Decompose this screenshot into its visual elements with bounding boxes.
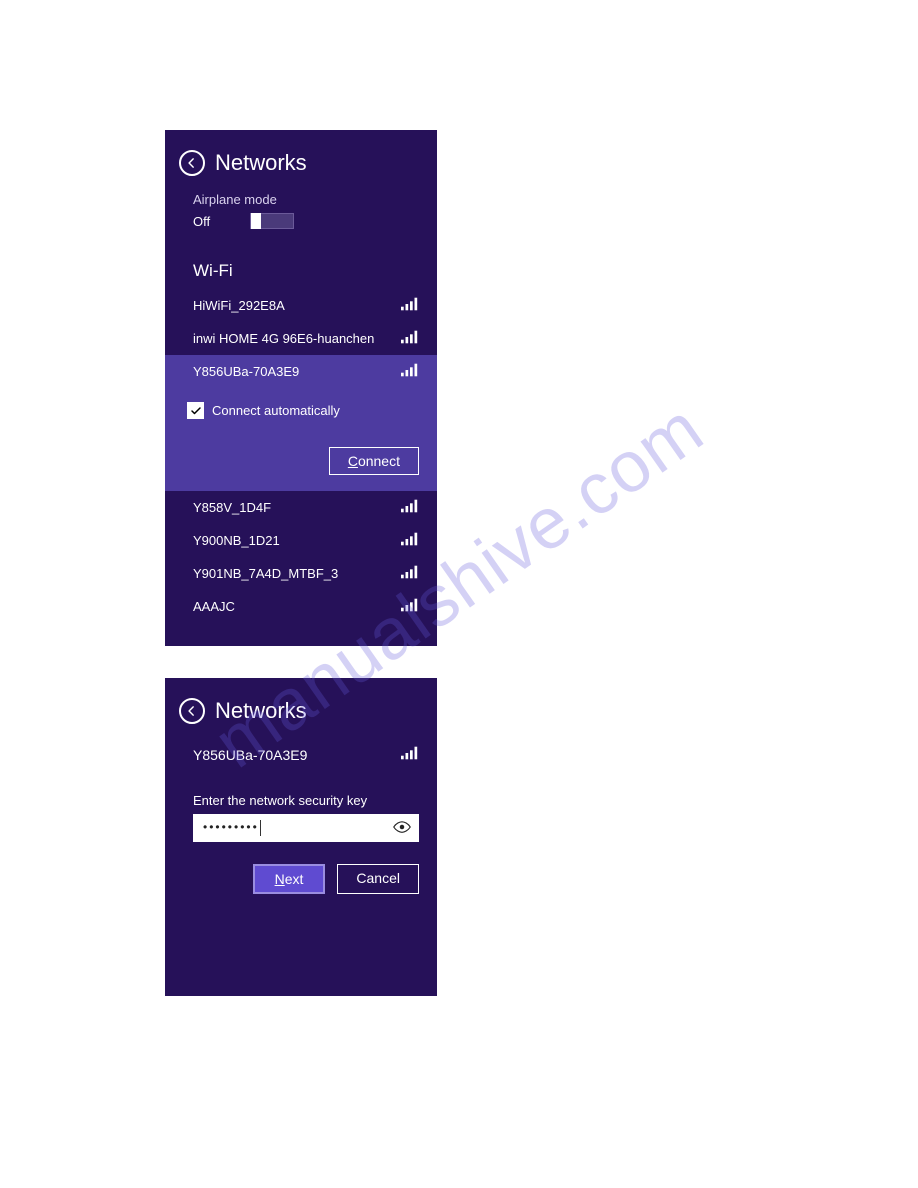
network-item-selected[interactable]: Y856UBa-70A3E9	[165, 355, 437, 388]
network-item[interactable]: HiWiFi_292E8A	[165, 289, 437, 322]
current-network-name: Y856UBa-70A3E9	[193, 747, 307, 763]
wifi-signal-icon	[401, 363, 419, 380]
network-item[interactable]: Y901NB_7A4D_MTBF_3	[165, 557, 437, 590]
wifi-signal-icon	[401, 297, 419, 314]
wifi-signal-icon	[401, 330, 419, 347]
panel-title: Networks	[215, 150, 307, 176]
wifi-signal-icon	[401, 532, 419, 549]
network-item[interactable]: inwi HOME 4G 96E6-huanchen	[165, 322, 437, 355]
panel-header: Networks	[165, 678, 437, 734]
network-name: HiWiFi_292E8A	[193, 298, 285, 313]
networks-charm-panel: Networks Airplane mode Off Wi-Fi HiWiFi_…	[165, 130, 437, 646]
network-list: HiWiFi_292E8A inwi HOME 4G 96E6-huanchen…	[165, 289, 437, 623]
cancel-button[interactable]: Cancel	[337, 864, 419, 894]
network-name: Y858V_1D4F	[193, 500, 271, 515]
panel-title: Networks	[215, 698, 307, 724]
back-arrow-icon	[185, 704, 199, 718]
panel-header: Networks	[165, 130, 437, 186]
network-expanded-area: Connect automatically Connect	[165, 388, 437, 491]
network-name: Y901NB_7A4D_MTBF_3	[193, 566, 338, 581]
connect-button[interactable]: Connect	[329, 447, 419, 475]
wifi-signal-icon	[401, 499, 419, 516]
reveal-password-icon[interactable]	[393, 820, 411, 836]
airplane-mode-label: Airplane mode	[193, 192, 419, 207]
airplane-mode-toggle[interactable]	[250, 213, 294, 229]
security-key-prompt: Enter the network security key	[165, 775, 437, 814]
network-name: inwi HOME 4G 96E6-huanchen	[193, 331, 374, 346]
networks-password-panel: Networks Y856UBa-70A3E9 Enter the networ…	[165, 678, 437, 996]
security-key-input[interactable]: •••••••••	[193, 814, 419, 842]
back-button[interactable]	[179, 698, 205, 724]
airplane-mode-state: Off	[193, 214, 210, 229]
wifi-heading: Wi-Fi	[165, 247, 437, 289]
wifi-signal-icon	[401, 598, 419, 615]
wifi-signal-icon	[401, 565, 419, 582]
airplane-mode-section: Airplane mode Off	[165, 186, 437, 247]
network-item[interactable]: AAAJC	[165, 590, 437, 623]
network-name: Y900NB_1D21	[193, 533, 280, 548]
network-name: Y856UBa-70A3E9	[193, 364, 299, 379]
network-item[interactable]: Y900NB_1D21	[165, 524, 437, 557]
toggle-knob	[251, 213, 261, 229]
next-button[interactable]: Next	[253, 864, 326, 894]
connect-automatically-checkbox[interactable]	[187, 402, 204, 419]
connect-automatically-label: Connect automatically	[212, 403, 340, 418]
connect-automatically-row[interactable]: Connect automatically	[187, 402, 419, 419]
current-network-row: Y856UBa-70A3E9	[165, 734, 437, 775]
back-arrow-icon	[185, 156, 199, 170]
wifi-signal-icon	[401, 746, 419, 763]
password-mask: •••••••••	[203, 820, 261, 836]
network-name: AAAJC	[193, 599, 235, 614]
checkmark-icon	[190, 405, 202, 417]
network-item[interactable]: Y858V_1D4F	[165, 491, 437, 524]
back-button[interactable]	[179, 150, 205, 176]
